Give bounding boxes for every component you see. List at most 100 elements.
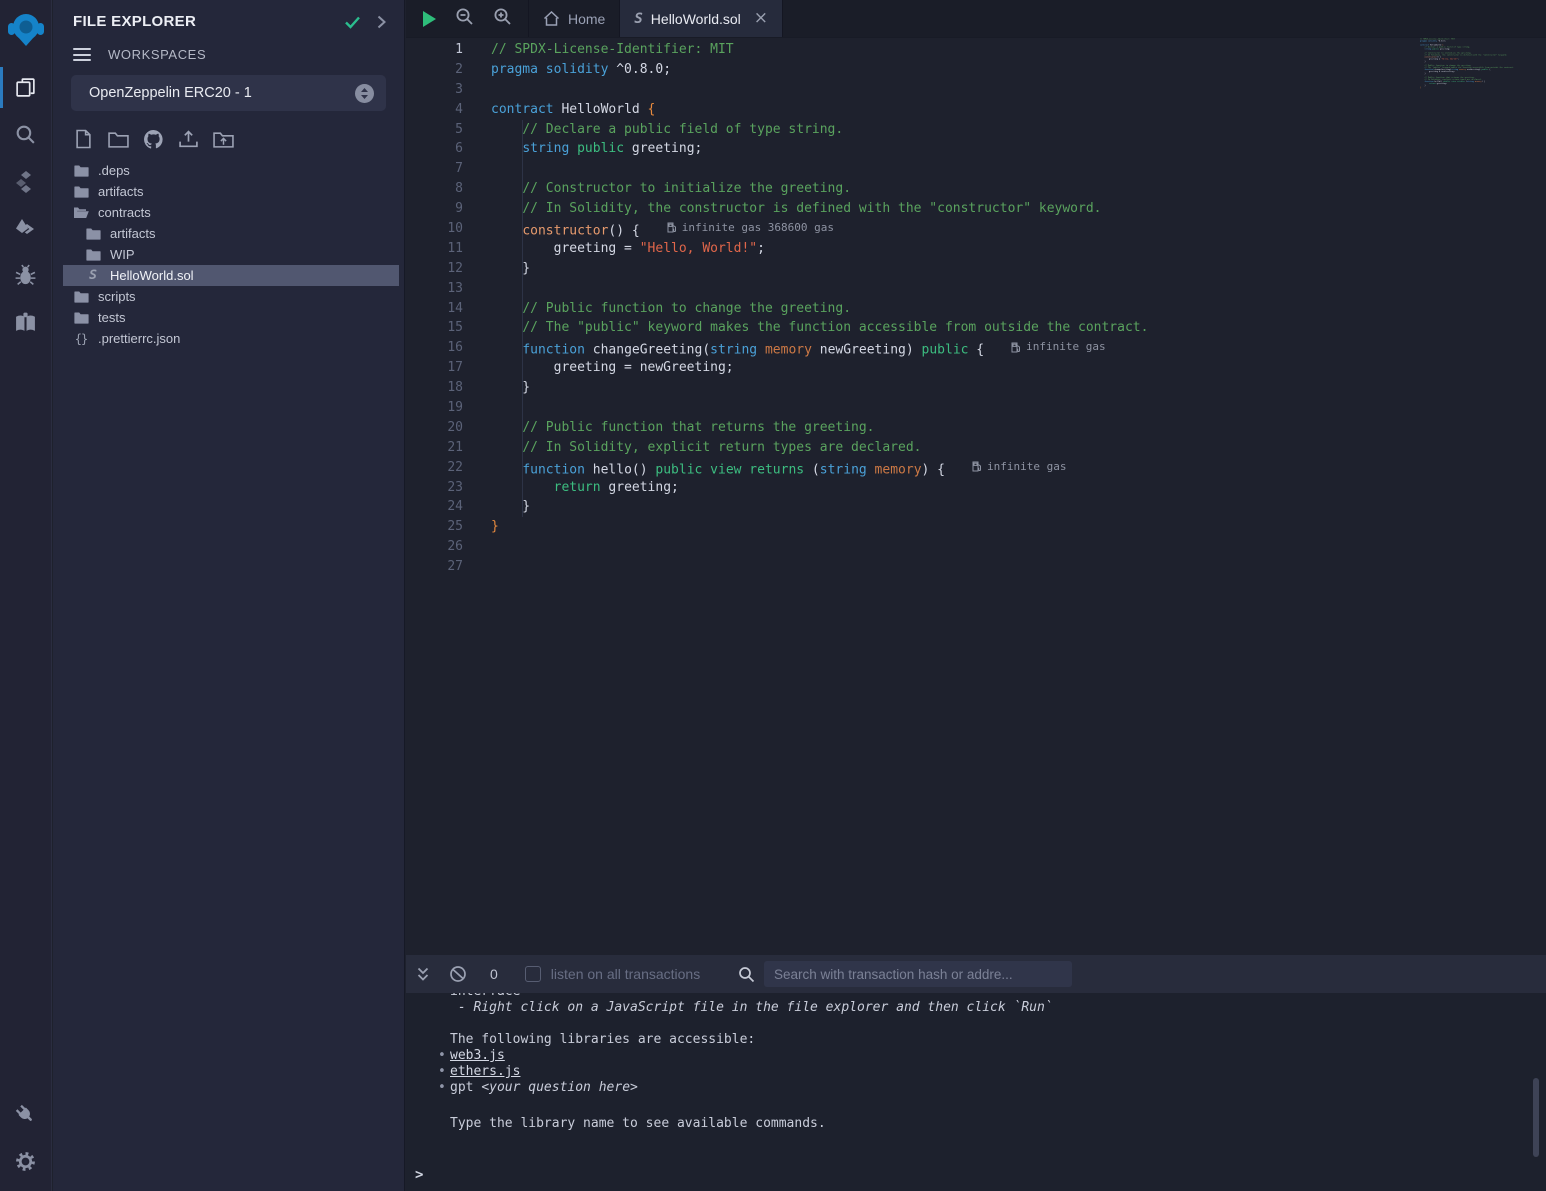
tab-helloworld-sol[interactable]: S HelloWorld.sol × (620, 0, 783, 37)
code-line[interactable]: } (491, 517, 1412, 537)
code-line[interactable]: // Public function to change the greetin… (491, 299, 1412, 319)
line-number[interactable]: 5 (406, 120, 463, 140)
code-line[interactable] (491, 537, 1412, 557)
remix-logo-icon[interactable] (6, 8, 46, 52)
workspace-select[interactable]: OpenZeppelin ERC20 - 1 (71, 75, 386, 111)
line-number[interactable]: 2 (406, 60, 463, 80)
code-line[interactable] (491, 398, 1412, 418)
zoom-out-icon[interactable] (455, 7, 474, 31)
library-link-web3-js[interactable]: web3.js (450, 1048, 505, 1063)
gas-estimate-badge[interactable]: infinite gas (1011, 337, 1105, 357)
tree-item-wip[interactable]: WIP (53, 244, 404, 265)
line-number[interactable]: 4 (406, 100, 463, 120)
deploy-run-icon[interactable] (0, 205, 51, 252)
code-line[interactable]: constructor() {infinite gas 368600 gas (491, 219, 1412, 239)
upload-file-icon[interactable] (177, 128, 199, 150)
code-line[interactable]: function changeGreeting(string memory ne… (491, 338, 1412, 358)
chevron-right-icon[interactable] (377, 15, 386, 29)
line-number[interactable]: 18 (406, 378, 463, 398)
listen-transactions-checkbox[interactable] (525, 966, 541, 982)
code-line[interactable] (491, 279, 1412, 299)
line-number[interactable]: 7 (406, 159, 463, 179)
line-number[interactable]: 24 (406, 497, 463, 517)
line-number[interactable]: 14 (406, 299, 463, 319)
terminal-output[interactable]: interface - Right click on a JavaScript … (406, 993, 1546, 1191)
line-number[interactable]: 9 (406, 199, 463, 219)
terminal-prompt[interactable]: > (406, 1167, 1546, 1183)
code-line[interactable]: greeting = newGreeting; (491, 358, 1412, 378)
expand-terminal-icon[interactable] (416, 967, 430, 982)
line-number[interactable]: 25 (406, 517, 463, 537)
line-number[interactable]: 23 (406, 478, 463, 498)
run-script-icon[interactable] (423, 11, 436, 27)
workspaces-menu-icon[interactable] (73, 48, 91, 61)
upload-folder-icon[interactable] (212, 128, 234, 150)
code-line[interactable]: // Constructor to initialize the greetin… (491, 179, 1412, 199)
tab-home[interactable]: Home (528, 0, 620, 37)
line-number[interactable]: 13 (406, 279, 463, 299)
new-file-icon[interactable] (72, 128, 94, 150)
line-number[interactable]: 6 (406, 139, 463, 159)
line-number[interactable]: 19 (406, 398, 463, 418)
code-line[interactable]: // In Solidity, the constructor is defin… (491, 199, 1412, 219)
tree-item-tests[interactable]: tests (53, 307, 404, 328)
terminal-search-input[interactable] (764, 961, 1072, 987)
line-number[interactable]: 12 (406, 259, 463, 279)
line-number[interactable]: 16 (406, 338, 463, 358)
tree-item-artifacts[interactable]: artifacts (53, 223, 404, 244)
close-tab-icon[interactable]: × (754, 10, 768, 27)
accept-check-icon[interactable] (344, 15, 361, 29)
tree-item--prettierrc-json[interactable]: {}.prettierrc.json (53, 328, 404, 349)
code-line[interactable]: pragma solidity ^0.8.0; (491, 60, 1412, 80)
github-icon[interactable] (142, 128, 164, 150)
new-folder-icon[interactable] (107, 128, 129, 150)
line-number[interactable]: 21 (406, 438, 463, 458)
tree-item-contracts[interactable]: contracts (53, 202, 404, 223)
tree-item--deps[interactable]: .deps (53, 160, 404, 181)
learneth-icon[interactable] (0, 299, 51, 346)
code-line[interactable]: function hello() public view returns (st… (491, 458, 1412, 478)
code-line[interactable]: return greeting; (491, 478, 1412, 498)
code-line[interactable]: } (491, 497, 1412, 517)
tree-item-scripts[interactable]: scripts (53, 286, 404, 307)
code-line[interactable]: // SPDX-License-Identifier: MIT (491, 40, 1412, 60)
zoom-in-icon[interactable] (493, 7, 512, 31)
line-number[interactable]: 17 (406, 358, 463, 378)
code-editor[interactable]: 1234567891011121314151617181920212223242… (406, 38, 1546, 955)
code-line[interactable]: // Public function that returns the gree… (491, 418, 1412, 438)
plugin-manager-icon[interactable] (0, 1091, 51, 1138)
minimap[interactable]: // SPDX-License-Identifier: MITpragma so… (1420, 38, 1532, 188)
code-line[interactable] (491, 80, 1412, 100)
tree-item-helloworld-sol[interactable]: SHelloWorld.sol (53, 265, 404, 286)
line-number[interactable]: 11 (406, 239, 463, 259)
line-number[interactable]: 3 (406, 80, 463, 100)
code-line[interactable]: // In Solidity, explicit return types ar… (491, 438, 1412, 458)
tree-item-artifacts[interactable]: artifacts (53, 181, 404, 202)
solidity-compiler-icon[interactable] (0, 158, 51, 205)
code-line[interactable]: // Declare a public field of type string… (491, 120, 1412, 140)
library-link-ethers-js[interactable]: ethers.js (450, 1064, 520, 1079)
code-line[interactable]: string public greeting; (491, 139, 1412, 159)
code-line[interactable] (491, 159, 1412, 179)
line-number[interactable]: 8 (406, 179, 463, 199)
file-explorer-icon[interactable] (0, 64, 51, 111)
code-line[interactable]: } (491, 259, 1412, 279)
line-number[interactable]: 27 (406, 557, 463, 577)
search-icon[interactable] (0, 111, 51, 158)
line-number[interactable]: 1 (406, 40, 463, 60)
debugger-icon[interactable] (0, 252, 51, 299)
gas-estimate-badge[interactable]: infinite gas 368600 gas (667, 218, 834, 238)
terminal-scrollbar-thumb[interactable] (1533, 1078, 1539, 1157)
gas-estimate-badge[interactable]: infinite gas (972, 457, 1066, 477)
code-line[interactable]: } (491, 378, 1412, 398)
code-line[interactable]: contract HelloWorld { (491, 100, 1412, 120)
line-number[interactable]: 15 (406, 318, 463, 338)
line-number[interactable]: 20 (406, 418, 463, 438)
line-number[interactable]: 22 (406, 458, 463, 478)
clear-console-icon[interactable] (449, 965, 467, 983)
line-number[interactable]: 10 (406, 219, 463, 239)
code-line[interactable]: greeting = "Hello, World!"; (491, 239, 1412, 259)
settings-icon[interactable] (0, 1138, 51, 1185)
code-line[interactable] (491, 557, 1412, 577)
code-line[interactable]: // The "public" keyword makes the functi… (491, 318, 1412, 338)
